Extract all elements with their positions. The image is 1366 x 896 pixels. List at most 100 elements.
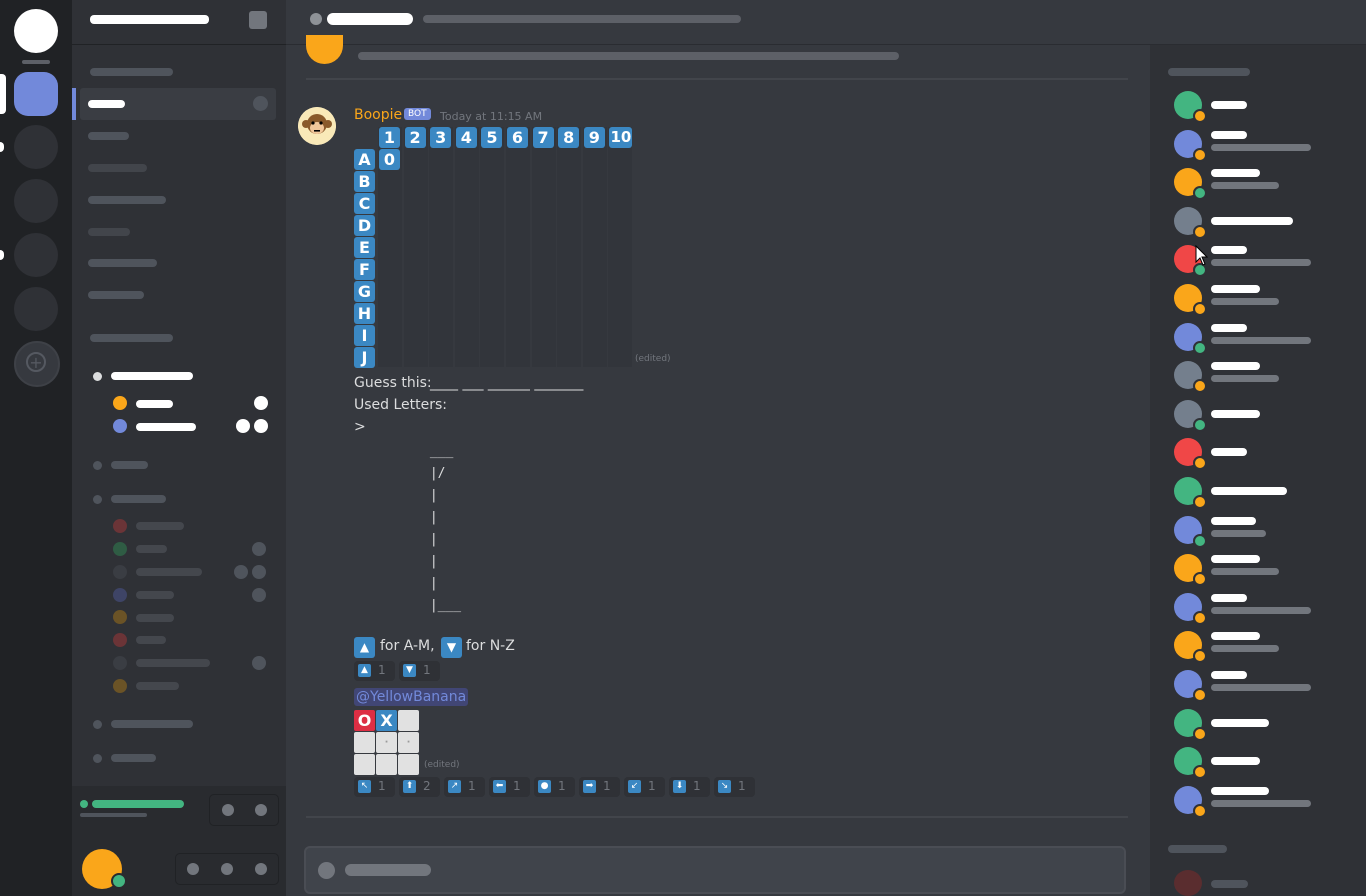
member-name[interactable] (1211, 285, 1260, 293)
channel-item-label (88, 100, 125, 108)
voice-user-name (136, 400, 173, 408)
member-activity (1211, 684, 1311, 691)
member-name[interactable] (1211, 409, 1260, 418)
reaction-button[interactable]: ▼ 1 (399, 661, 440, 681)
empty-tile (398, 754, 419, 775)
channel-item[interactable] (88, 228, 130, 236)
member-name[interactable] (1211, 593, 1247, 602)
reaction-button[interactable]: ↗ 1 (444, 777, 485, 797)
status-icon (1193, 572, 1207, 587)
selected-server-icon[interactable] (14, 72, 58, 116)
voice-channel-label[interactable] (111, 495, 166, 503)
channel-item[interactable] (88, 196, 166, 204)
server-icon[interactable] (14, 287, 58, 331)
member-name[interactable] (1211, 718, 1269, 727)
disconnect-icon[interactable] (255, 804, 267, 816)
screen-share-icon[interactable] (222, 804, 234, 816)
column-label-key: 9 (583, 127, 605, 148)
voice-user-name (136, 659, 210, 667)
message-input[interactable] (304, 846, 1126, 894)
guild-menu-icon[interactable] (249, 11, 267, 29)
member-activity (1211, 568, 1279, 576)
member-name[interactable] (1211, 216, 1293, 225)
voice-user-avatar[interactable] (113, 610, 127, 624)
avatar[interactable] (298, 107, 336, 145)
voice-channel-label[interactable] (111, 372, 193, 380)
voice-channel-icon (93, 495, 102, 504)
voice-user-avatar[interactable] (113, 633, 127, 647)
member-name[interactable] (1211, 880, 1248, 888)
board-column (582, 127, 607, 367)
home-divider (22, 60, 50, 64)
member-name[interactable] (1211, 516, 1256, 525)
voice-channel-label[interactable] (111, 461, 148, 469)
voice-user-avatar[interactable] (113, 419, 127, 433)
member-name[interactable] (1211, 671, 1247, 679)
member-name[interactable] (1211, 448, 1247, 457)
voice-user-avatar[interactable] (113, 565, 127, 579)
voice-user-avatar[interactable] (113, 679, 127, 693)
reaction-button[interactable]: ⬅ 1 (489, 777, 530, 797)
upload-button[interactable] (318, 862, 335, 879)
voice-user-avatar[interactable] (113, 656, 127, 670)
member-name[interactable] (1211, 786, 1269, 795)
reaction-button[interactable]: ● 1 (534, 777, 575, 797)
column-label-key: 10 (609, 127, 633, 148)
member-name[interactable] (1211, 487, 1287, 495)
home-server-icon[interactable] (14, 9, 58, 53)
channel-item[interactable] (88, 259, 157, 267)
status-icon (1193, 456, 1207, 471)
board-column (506, 127, 530, 367)
column-label-key: 5 (481, 127, 503, 148)
avatar[interactable] (1174, 870, 1202, 896)
category-header[interactable] (90, 334, 173, 342)
guild-header[interactable] (72, 0, 286, 45)
reaction-button[interactable]: ↙ 1 (624, 777, 665, 797)
mute-icon[interactable] (187, 863, 199, 875)
member-name[interactable] (1211, 323, 1247, 332)
channel-settings-icon[interactable] (253, 96, 268, 111)
status-icon (1193, 379, 1207, 394)
voice-status-icon (252, 588, 266, 602)
member-name[interactable] (1211, 555, 1260, 564)
member-name[interactable] (1211, 101, 1247, 109)
avatar[interactable] (306, 35, 343, 64)
reaction-button[interactable]: ↘ 1 (714, 777, 755, 797)
member-name[interactable] (1211, 632, 1260, 641)
status-icon (1193, 610, 1207, 625)
voice-user-avatar[interactable] (113, 519, 127, 533)
category-header[interactable] (90, 68, 173, 76)
gallows-line: | (422, 532, 438, 547)
server-icon[interactable] (14, 125, 58, 169)
voice-user-name (136, 614, 174, 622)
deafen-icon[interactable] (221, 863, 233, 875)
member-name[interactable] (1211, 130, 1247, 139)
channel-item[interactable] (88, 164, 147, 172)
gallows-line: |___ (422, 598, 462, 613)
column-label-key: 7 (532, 127, 554, 148)
member-activity (1211, 606, 1311, 614)
voice-user-avatar[interactable] (113, 542, 127, 556)
voice-channel-icon (93, 372, 102, 381)
reaction-button[interactable]: ⬇ 1 (669, 777, 710, 797)
voice-user-avatar[interactable] (113, 588, 127, 602)
voice-channel-label[interactable] (111, 754, 156, 762)
voice-channel-label[interactable] (111, 720, 193, 728)
reaction-count: 1 (513, 779, 521, 793)
reaction-button[interactable]: ➡ 1 (579, 777, 620, 797)
channel-item[interactable] (88, 291, 144, 299)
settings-icon[interactable] (255, 863, 267, 875)
user-mention[interactable]: @YellowBanana (354, 688, 469, 706)
message-author[interactable]: Boopie (354, 107, 402, 123)
reaction-button[interactable]: ▲ 1 (354, 661, 395, 681)
member-name[interactable] (1211, 169, 1260, 178)
channel-item[interactable] (88, 132, 129, 140)
reaction-button[interactable]: ⬆ 2 (399, 777, 440, 797)
member-name[interactable] (1211, 246, 1247, 255)
server-icon[interactable] (14, 233, 58, 277)
member-name[interactable] (1211, 757, 1260, 766)
reaction-button[interactable]: ↖ 1 (354, 777, 395, 797)
server-icon[interactable] (14, 179, 58, 223)
member-name[interactable] (1211, 362, 1260, 371)
voice-user-avatar[interactable] (113, 396, 127, 410)
